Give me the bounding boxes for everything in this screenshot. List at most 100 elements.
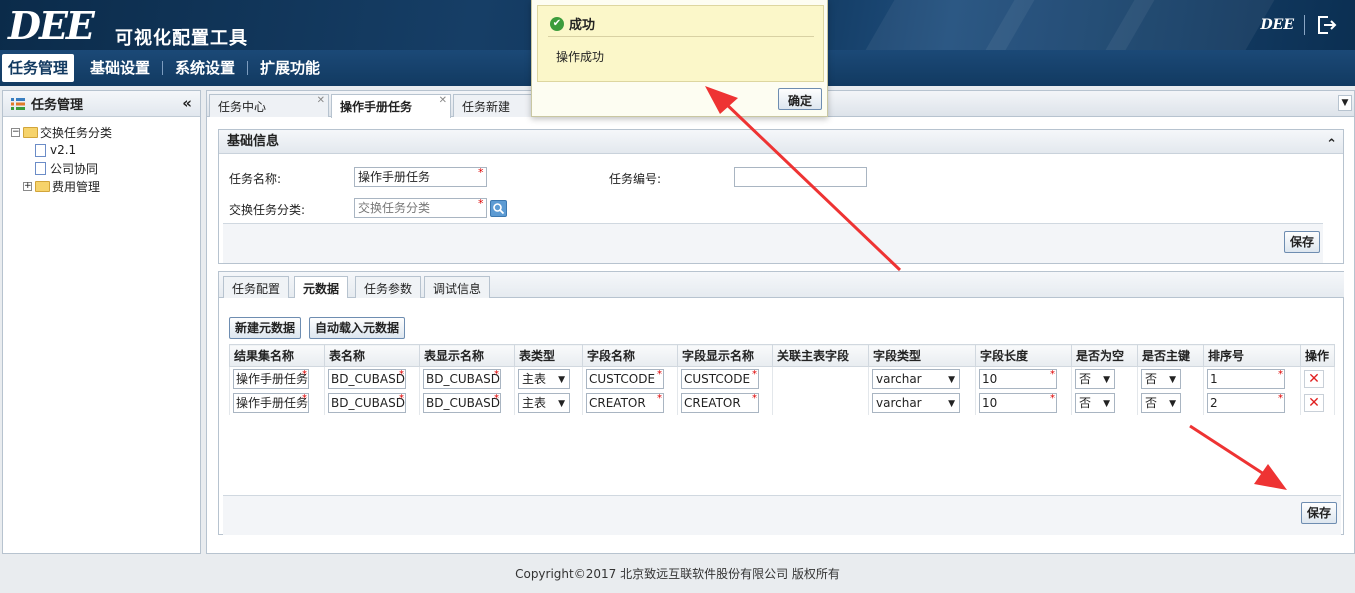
tab-new-task[interactable]: 任务新建 [453,94,533,117]
field-type-select[interactable]: varchar ▼ [872,368,960,389]
table-type-select[interactable]: 主表 ▼ [518,368,570,389]
field-display-input[interactable]: CREATOR * [681,392,759,413]
brand-mini-logo: DEE [1260,17,1294,33]
close-tab-icon[interactable]: ✕ [439,95,447,106]
nav-task-management[interactable]: 任务管理 [2,54,75,82]
table-name-input[interactable]: BD_CUBASD * [328,392,406,413]
required-mark: * [478,197,484,210]
new-metadata-button[interactable]: 新建元数据 [229,317,302,339]
list-icon [11,97,25,110]
column-header: 表名称 [324,344,420,367]
chevron-down-icon[interactable]: ▼ [1338,95,1352,111]
order-input[interactable]: 1 * [1207,368,1285,389]
tab-task-center[interactable]: 任务中心 ✕ [209,94,329,117]
column-header: 字段类型 [868,344,976,367]
sub-tab-bar: 任务配置 元数据 任务参数 调试信息 [219,272,1344,298]
nullable-select[interactable]: 否 ▼ [1075,392,1115,413]
category-input[interactable]: 交换任务分类 [354,198,487,218]
tree-node-label[interactable]: 公司协同 [50,160,98,177]
collapse-left-icon[interactable]: « [182,94,192,112]
rel-field-cell[interactable] [772,366,869,391]
subtab-task-config[interactable]: 任务配置 [223,276,290,298]
close-tab-icon[interactable]: ✕ [317,95,325,106]
app-title: 可视化配置工具 [115,28,248,49]
primary-key-select[interactable]: 否 ▼ [1141,392,1181,413]
table-type-select[interactable]: 主表 ▼ [518,392,570,413]
primary-key-select[interactable]: 否 ▼ [1141,368,1181,389]
success-dialog-body: ✔ 成功 操作成功 [537,5,824,82]
field-length-input[interactable]: 10 * [979,368,1057,389]
tree-node-root[interactable]: − 交换任务分类 [11,123,200,141]
save-metadata-button[interactable]: 保存 [1301,502,1338,524]
field-display-input[interactable]: CUSTCODE * [681,368,759,389]
left-panel-title: 任务管理 [31,98,84,113]
result-set-input[interactable]: 操作手册任务 * [233,368,309,389]
app-logo: DEE [8,3,95,48]
confirm-button[interactable]: 确定 [777,88,822,110]
table-display-input[interactable]: BD_CUBASD * [423,368,501,389]
delete-row-icon[interactable]: ✕ [1304,369,1324,388]
dialog-divider [548,36,814,37]
field-type-select[interactable]: varchar ▼ [872,392,960,413]
field-name-input[interactable]: CUSTCODE * [586,368,664,389]
field-length-input[interactable]: 10 * [979,392,1057,413]
tab-label: 任务新建 [462,100,511,114]
tree-node-label[interactable]: v2.1 [50,143,76,157]
tree-node-company[interactable]: 公司协同 [11,159,200,177]
subtab-debug-info[interactable]: 调试信息 [424,276,491,298]
basic-info-panel: 基础信息 ⌃ 任务名称: 操作手册任务 * 任务编号: 交换任务分类: 交换任务… [218,129,1344,264]
field-name-input[interactable]: CREATOR * [586,392,664,413]
auto-load-metadata-button[interactable]: 自动载入元数据 [309,317,406,339]
task-name-label: 任务名称: [229,172,282,186]
column-header: 关联主表字段 [772,344,869,367]
rel-field-cell[interactable] [772,390,869,415]
tree-collapse-icon[interactable]: − [11,127,20,137]
result-set-input[interactable]: 操作手册任务 * [233,392,309,413]
main-area: 任务中心 ✕ 操作手册任务 ✕ 任务新建 ▼ 基础信息 ⌃ 任务名称: 操作手册… [206,90,1355,554]
table-display-input[interactable]: BD_CUBASD * [423,392,501,413]
tree-node-label[interactable]: 交换任务分类 [40,124,112,141]
tree-node-v21[interactable]: v2.1 [11,141,200,159]
task-name-input[interactable]: 操作手册任务 [354,167,487,187]
tree-node-label[interactable]: 费用管理 [52,178,100,195]
logout-icon[interactable] [1315,14,1337,36]
task-no-input[interactable] [734,167,867,187]
check-circle-icon: ✔ [550,16,564,31]
metadata-panel: 任务配置 元数据 任务参数 调试信息 新建元数据 自动载入元数据 结果集名称 表… [218,271,1344,535]
nav-extensions[interactable]: 扩展功能 [248,54,332,82]
delete-row-icon[interactable]: ✕ [1304,393,1324,412]
dialog-message: 操作成功 [556,50,605,64]
header-divider [1304,15,1305,35]
dialog-title: ✔ 成功 [550,14,595,33]
column-header: 是否主键 [1137,344,1204,367]
search-icon[interactable] [490,200,507,217]
nav-system-settings[interactable]: 系统设置 [163,54,247,82]
copyright-footer: Copyright©2017 北京致远互联软件股份有限公司 版权所有 [515,567,840,581]
metadata-footer [223,495,1341,535]
category-label: 交换任务分类: [229,203,306,217]
column-header: 操作 [1300,344,1335,367]
task-no-label: 任务编号: [609,172,662,186]
tab-label: 操作手册任务 [340,100,413,114]
order-input[interactable]: 2 * [1207,392,1285,413]
tree-node-expense[interactable]: + 费用管理 [11,177,200,195]
left-panel: 任务管理 « − 交换任务分类 v2.1 公司协同 + 费用管理 [2,90,201,554]
column-header: 字段显示名称 [677,344,773,367]
nullable-select[interactable]: 否 ▼ [1075,368,1115,389]
folder-open-icon [23,126,38,138]
column-header: 字段长度 [975,344,1072,367]
tab-manual-task[interactable]: 操作手册任务 ✕ [331,94,451,118]
tree-expand-icon[interactable]: + [23,181,32,191]
panel-title: 基础信息 [227,134,280,149]
nav-basic-settings[interactable]: 基础设置 [78,54,162,82]
category-tree: − 交换任务分类 v2.1 公司协同 + 费用管理 [3,117,200,195]
chevron-up-icon[interactable]: ⌃ [1326,133,1337,157]
subtab-task-params[interactable]: 任务参数 [355,276,422,298]
save-basic-button[interactable]: 保存 [1284,231,1321,253]
column-header: 表显示名称 [419,344,515,367]
subtab-metadata[interactable]: 元数据 [294,276,349,298]
table-name-input[interactable]: BD_CUBASD * [328,368,406,389]
basic-info-footer [223,223,1323,263]
column-header: 表类型 [514,344,583,367]
table-row: 操作手册任务 * BD_CUBASD * BD_CUBASD * 主表 ▼ CUSTCO… [229,366,1335,391]
